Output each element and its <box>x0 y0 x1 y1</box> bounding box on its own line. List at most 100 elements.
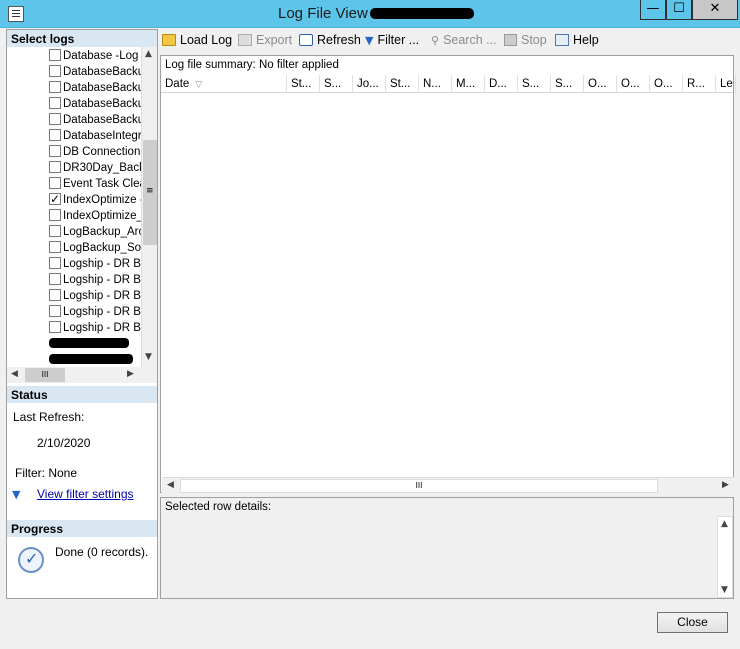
scroll-corner <box>141 367 157 383</box>
log-label: Logship - DR Ba <box>63 274 141 286</box>
scroll-down-icon[interactable]: ▼ <box>145 352 152 362</box>
log-list-item[interactable]: DatabaseBacku <box>49 96 141 112</box>
column-filter-icon[interactable]: ▽ <box>195 80 202 90</box>
log-label: DatabaseBacku <box>63 82 141 94</box>
log-checkbox[interactable] <box>49 177 61 189</box>
log-checkbox[interactable] <box>49 192 61 207</box>
log-checkbox[interactable] <box>49 49 61 61</box>
column-header[interactable]: Jo... <box>353 75 386 93</box>
column-header[interactable]: S... <box>551 75 584 93</box>
help-button[interactable]: Help <box>555 33 599 47</box>
log-checkbox[interactable] <box>49 321 61 333</box>
search-icon: ⚲ <box>431 34 440 47</box>
log-checkbox[interactable] <box>49 241 61 253</box>
log-label: DatabaseBacku <box>63 114 141 126</box>
export-button[interactable]: Export <box>238 33 292 47</box>
column-header[interactable]: D... <box>485 75 518 93</box>
log-list-item[interactable]: Logship - DR Ba <box>49 288 141 304</box>
funnel-icon: ▼ <box>365 34 374 47</box>
stop-icon <box>504 34 517 46</box>
minimize-button[interactable]: — <box>640 0 666 20</box>
scroll-thumb[interactable]: III <box>180 479 658 493</box>
app-icon <box>8 6 24 22</box>
log-grid[interactable]: Log file summary: No filter applied Date… <box>160 55 736 493</box>
column-header[interactable]: N... <box>419 75 452 93</box>
grid-horizontal-scrollbar[interactable]: ◀ III ▶ <box>162 477 734 493</box>
log-checkbox[interactable] <box>49 273 61 285</box>
toolbar: Load Log Export Refresh ▼ Filter ... ⚲ Sea… <box>158 29 738 53</box>
scroll-up-icon[interactable]: ▲ <box>145 49 152 59</box>
log-checkbox[interactable] <box>49 65 61 77</box>
filter-button[interactable]: ▼ Filter ... <box>365 33 419 47</box>
scroll-left-icon[interactable]: ◀ <box>11 369 18 379</box>
column-header[interactable]: R... <box>683 75 716 93</box>
log-list-item[interactable]: DatabaseBacku <box>49 64 141 80</box>
column-header[interactable]: Date ▽ <box>161 75 287 93</box>
log-list-item[interactable]: DR30Day_Back <box>49 160 141 176</box>
column-header[interactable]: St... <box>386 75 419 93</box>
log-checkbox[interactable] <box>49 225 61 237</box>
log-checkbox[interactable] <box>49 289 61 301</box>
column-header[interactable]: M... <box>452 75 485 93</box>
scroll-left-icon[interactable]: ◀ <box>167 480 174 490</box>
log-label: DatabaseBacku <box>63 66 141 78</box>
column-header-label: O... <box>654 78 673 90</box>
scroll-right-icon[interactable]: ▶ <box>722 480 729 490</box>
column-header[interactable]: Le <box>716 75 736 93</box>
load-log-button[interactable]: Load Log <box>162 33 232 47</box>
column-header[interactable]: S... <box>518 75 551 93</box>
log-list-item[interactable]: Logship - DR Ba <box>49 304 141 320</box>
log-list-item[interactable]: DatabaseBacku <box>49 112 141 128</box>
refresh-label: Refresh <box>317 33 361 47</box>
column-header[interactable]: S... <box>320 75 353 93</box>
log-checkbox[interactable] <box>49 257 61 269</box>
stop-button[interactable]: Stop <box>504 33 547 47</box>
column-header-label: O... <box>621 78 640 90</box>
log-list-item[interactable]: DatabaseIntegri <box>49 128 141 144</box>
column-header-label: S... <box>555 78 573 90</box>
log-list-vertical-scrollbar[interactable]: ▲ ≡ ▼ <box>141 47 157 367</box>
log-list-item[interactable]: Logship - DR Ba <box>49 272 141 288</box>
log-label: Logship - DR Ba <box>63 322 141 334</box>
log-list-horizontal-scrollbar[interactable]: ◀ III ▶ <box>7 367 141 383</box>
log-list-item[interactable]: LogBackup_Arc <box>49 224 141 240</box>
view-filter-settings-link[interactable]: View filter settings <box>37 487 134 501</box>
log-checkbox[interactable] <box>49 305 61 317</box>
log-list-item[interactable]: Logship - DR Ba <box>49 256 141 272</box>
column-header[interactable]: O... <box>584 75 617 93</box>
log-checkbox[interactable] <box>49 209 61 221</box>
details-vertical-scrollbar[interactable]: ▲ ▼ <box>717 516 733 598</box>
scroll-thumb[interactable]: ≡ <box>143 140 157 245</box>
close-button[interactable]: Close <box>657 612 728 633</box>
scroll-right-icon[interactable]: ▶ <box>127 369 134 379</box>
refresh-button[interactable]: Refresh <box>299 33 361 47</box>
log-checkbox[interactable] <box>49 113 61 125</box>
log-list-item[interactable]: DB Connections <box>49 144 141 160</box>
scroll-thumb[interactable]: III <box>25 368 65 382</box>
log-list-item[interactable]: Database -Log I <box>49 48 141 64</box>
window-close-button[interactable]: ✕ <box>692 0 738 20</box>
search-button[interactable]: ⚲ Search ... <box>431 33 497 47</box>
log-label: DR30Day_Back <box>63 162 141 174</box>
column-header[interactable]: O... <box>617 75 650 93</box>
log-checkbox[interactable] <box>49 129 61 141</box>
column-header[interactable]: St... <box>287 75 320 93</box>
log-list-item[interactable]: DatabaseBacku <box>49 80 141 96</box>
column-header[interactable]: O... <box>650 75 683 93</box>
log-checkbox[interactable] <box>49 81 61 93</box>
log-list-item[interactable]: IndexOptimize_I <box>49 208 141 224</box>
log-checkbox[interactable] <box>49 97 61 109</box>
log-list-item[interactable]: Logship - DR Ba <box>49 320 141 336</box>
maximize-button[interactable]: ☐ <box>666 0 692 20</box>
log-list-item[interactable]: LogBackup_Sol <box>49 240 141 256</box>
scroll-down-icon[interactable]: ▼ <box>721 585 728 595</box>
log-checkbox[interactable] <box>49 161 61 173</box>
scroll-up-icon[interactable]: ▲ <box>721 519 728 529</box>
redacted-log-item <box>49 354 133 364</box>
log-checkbox[interactable] <box>49 145 61 157</box>
log-list-item[interactable]: IndexOptimize - <box>49 192 141 208</box>
column-header-label: Date <box>165 78 190 90</box>
log-list-item[interactable]: Event Task Clea <box>49 176 141 192</box>
redacted-log-item <box>49 338 129 348</box>
stop-label: Stop <box>521 33 547 47</box>
